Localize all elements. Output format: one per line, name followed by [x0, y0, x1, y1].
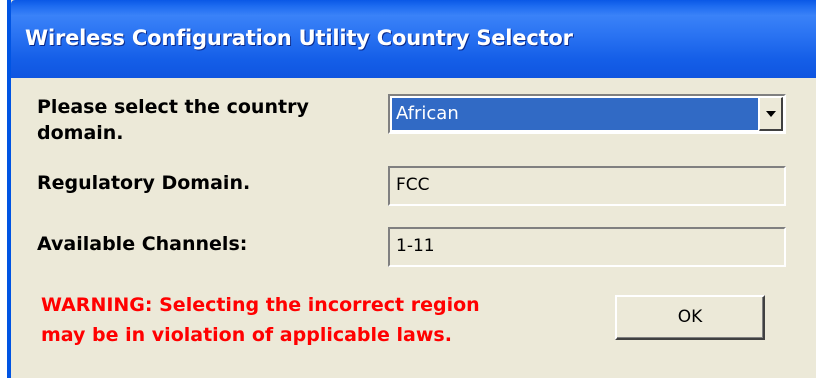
available-channels-label: Available Channels:	[37, 233, 248, 255]
warning-line2: may be in violation of applicable laws.	[41, 324, 452, 346]
title-bar[interactable]: Wireless Configuration Utility Country S…	[11, 0, 816, 78]
country-domain-selected-value[interactable]: African	[392, 98, 758, 130]
chevron-down-icon	[766, 111, 776, 117]
warning-message: WARNING: Selecting the incorrect region …	[41, 290, 480, 350]
country-domain-label-line1: Please select the country	[37, 96, 309, 118]
available-channels-field: 1-11	[388, 227, 786, 267]
country-domain-label: Please select the country domain.	[37, 94, 309, 146]
regulatory-domain-label: Regulatory Domain.	[37, 172, 251, 194]
country-domain-select[interactable]: African	[388, 94, 786, 134]
warning-line1: WARNING: Selecting the incorrect region	[41, 294, 480, 316]
dialog-window: Wireless Configuration Utility Country S…	[7, 0, 816, 378]
regulatory-domain-field: FCC	[388, 166, 786, 206]
ok-button[interactable]: OK	[615, 295, 765, 340]
window-title: Wireless Configuration Utility Country S…	[25, 26, 573, 50]
available-channels-value: 1-11	[396, 236, 435, 256]
regulatory-domain-value: FCC	[396, 175, 430, 195]
dropdown-button[interactable]	[759, 97, 783, 131]
country-domain-label-line2: domain.	[37, 122, 124, 144]
